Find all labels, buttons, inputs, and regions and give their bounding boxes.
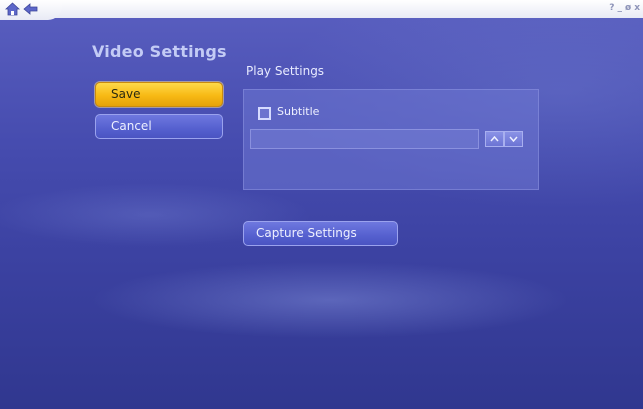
back-arrow-icon[interactable] [23,3,38,15]
media-center-screen: ? _ ø x Video Settings Save Cancel Play … [0,0,643,409]
top-bar [0,0,643,18]
play-settings-panel: Subtitle [243,89,539,190]
subtitle-checkbox[interactable] [258,107,271,120]
capture-settings-button[interactable]: Capture Settings [243,221,398,246]
home-icon[interactable] [5,2,20,16]
up-arrow-icon [490,136,499,142]
play-settings-heading: Play Settings [246,64,325,78]
cancel-button[interactable]: Cancel [95,114,223,139]
window-controls: ? _ ø x [609,1,640,15]
help-button[interactable]: ? [609,1,614,15]
down-arrow-icon [509,136,518,142]
subtitle-select-field[interactable] [250,129,479,149]
close-button[interactable]: x [634,1,640,15]
up-arrow-button[interactable] [485,131,504,147]
subtitle-stepper [485,131,523,147]
subtitle-label: Subtitle [277,105,320,118]
save-button[interactable]: Save [95,82,223,107]
restore-button[interactable]: ø [625,1,631,15]
down-arrow-button[interactable] [504,131,523,147]
minimize-button[interactable]: _ [618,1,623,15]
page-title: Video Settings [92,42,227,61]
